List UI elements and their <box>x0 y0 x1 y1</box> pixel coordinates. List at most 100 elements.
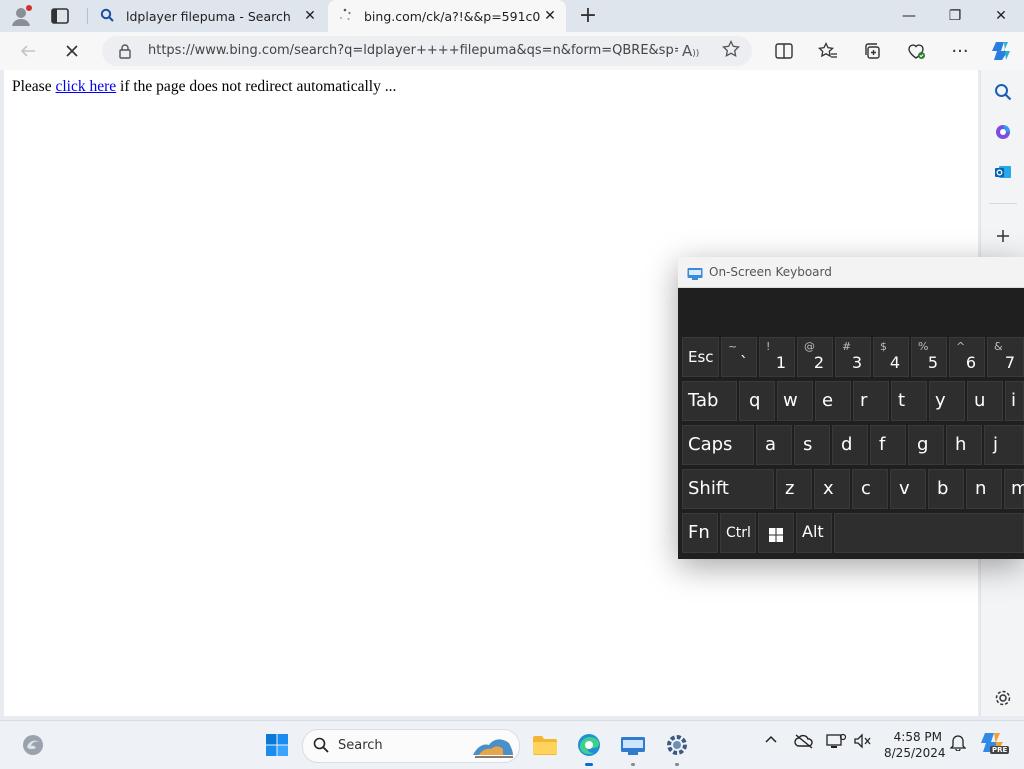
keyboard-icon <box>687 265 703 284</box>
key-tab[interactable]: Tab <box>682 381 737 421</box>
key-n[interactable]: n <box>966 469 1002 509</box>
new-tab-button[interactable]: + <box>576 2 600 30</box>
more-options-icon[interactable]: ··· <box>944 36 976 66</box>
key-m[interactable]: m <box>1004 469 1024 509</box>
sidebar-settings-icon[interactable] <box>989 684 1017 712</box>
search-placeholder: Search <box>338 738 383 753</box>
osk-titlebar[interactable]: On-Screen Keyboard <box>678 257 1024 288</box>
tab-close-button[interactable]: ✕ <box>540 8 560 24</box>
profile-icon[interactable] <box>10 5 32 27</box>
widgets-icon[interactable] <box>16 729 50 761</box>
key-2[interactable]: @2 <box>797 337 833 377</box>
split-screen-icon[interactable] <box>768 36 800 66</box>
tab-search-results[interactable]: ldplayer filepuma - Search ✕ <box>90 0 326 32</box>
clock-time: 4:58 PM <box>893 730 942 744</box>
key-u[interactable]: u <box>967 381 1003 421</box>
osk-taskbar-icon[interactable] <box>616 729 650 766</box>
tab-title: bing.com/ck/a?!&&p=591c0c7a... <box>364 8 540 24</box>
copilot-preview-icon[interactable]: PRE <box>980 729 1010 758</box>
lock-icon <box>118 43 132 63</box>
favorites-icon[interactable] <box>812 36 844 66</box>
key-i[interactable]: i <box>1005 381 1024 421</box>
windows-logo-icon <box>769 527 783 546</box>
cloud-offline-icon[interactable] <box>794 733 814 752</box>
minimize-button[interactable]: — <box>886 0 932 32</box>
read-aloud-icon[interactable]: A)) <box>682 42 699 60</box>
tab-bing-redirect[interactable]: bing.com/ck/a?!&&p=591c0c7a... ✕ <box>328 0 566 32</box>
key-esc[interactable]: Esc <box>682 337 719 377</box>
key-backtick[interactable]: ~ ` <box>721 337 757 377</box>
key-z[interactable]: z <box>776 469 812 509</box>
url-text[interactable]: https://www.bing.com/search?q=ldplayer++… <box>148 43 678 58</box>
key-4[interactable]: $4 <box>873 337 909 377</box>
key-6[interactable]: ^ 6 <box>949 337 985 377</box>
key-d[interactable]: d <box>832 425 868 465</box>
notifications-bell-icon[interactable] <box>949 733 967 754</box>
key-x[interactable]: x <box>814 469 850 509</box>
network-icon[interactable] <box>826 733 847 752</box>
edge-browser-icon[interactable] <box>572 729 606 766</box>
key-ctrl[interactable]: Ctrl <box>720 513 756 553</box>
stop-loading-button[interactable] <box>56 36 88 66</box>
collections-icon[interactable] <box>856 36 888 66</box>
tab-actions-icon[interactable] <box>50 7 70 25</box>
show-hidden-icons-chevron-icon[interactable] <box>764 733 778 750</box>
address-bar[interactable]: https://www.bing.com/search?q=ldplayer++… <box>102 36 752 66</box>
sidebar-m365-icon[interactable] <box>989 118 1017 146</box>
key-a[interactable]: a <box>756 425 792 465</box>
search-highlight-image <box>471 733 515 763</box>
key-windows[interactable] <box>758 513 794 553</box>
file-explorer-icon[interactable] <box>528 729 562 761</box>
message-suffix: if the page does not redirect automatica… <box>120 78 397 95</box>
sidebar-divider <box>989 203 1017 204</box>
key-s[interactable]: s <box>794 425 830 465</box>
taskbar-search-box[interactable]: Search <box>302 729 520 763</box>
key-5[interactable]: % 5 <box>911 337 947 377</box>
sidebar-add-icon[interactable] <box>989 222 1017 250</box>
key-w[interactable]: w <box>777 381 813 421</box>
key-space[interactable] <box>834 513 1024 553</box>
key-fn[interactable]: Fn <box>682 513 718 553</box>
taskbar: Search 4:58 PM 8/25/2024 PRE <box>0 720 1024 769</box>
click-here-link[interactable]: click here <box>55 78 116 95</box>
loading-spinner-icon <box>338 8 352 25</box>
key-q[interactable]: q <box>739 381 775 421</box>
browser-toolbar: https://www.bing.com/search?q=ldplayer++… <box>0 32 1024 70</box>
system-clock[interactable]: 4:58 PM 8/25/2024 <box>884 729 946 761</box>
key-3[interactable]: #3 <box>835 337 871 377</box>
restore-button[interactable]: ❐ <box>932 0 978 32</box>
key-y[interactable]: y <box>929 381 965 421</box>
key-g[interactable]: g <box>908 425 944 465</box>
key-b[interactable]: b <box>928 469 964 509</box>
settings-gear-icon[interactable] <box>660 729 694 766</box>
key-e[interactable]: e <box>815 381 851 421</box>
start-button[interactable] <box>260 729 294 761</box>
search-icon <box>313 737 329 757</box>
favorite-star-icon[interactable] <box>722 39 740 62</box>
key-h[interactable]: h <box>946 425 982 465</box>
copilot-icon[interactable] <box>986 36 1018 66</box>
sidebar-outlook-icon[interactable] <box>989 158 1017 186</box>
key-1[interactable]: ! 1 <box>759 337 795 377</box>
browser-essentials-icon[interactable] <box>900 36 932 66</box>
on-screen-keyboard[interactable]: On-Screen Keyboard Esc ~ ` ! 1 @2 #3 $4 % 5… <box>678 257 1024 559</box>
key-f[interactable]: f <box>870 425 906 465</box>
key-c[interactable]: c <box>852 469 888 509</box>
key-v[interactable]: v <box>890 469 926 509</box>
close-window-button[interactable]: ✕ <box>978 0 1024 32</box>
back-button[interactable] <box>12 36 44 66</box>
message-prefix: Please <box>12 78 52 95</box>
key-caps[interactable]: Caps <box>682 425 754 465</box>
tab-close-button[interactable]: ✕ <box>300 8 320 24</box>
osk-title: On-Screen Keyboard <box>709 265 832 279</box>
key-7[interactable]: & 7 <box>987 337 1024 377</box>
key-shift[interactable]: Shift <box>682 469 774 509</box>
key-r[interactable]: r <box>853 381 889 421</box>
key-t[interactable]: t <box>891 381 927 421</box>
volume-muted-icon[interactable] <box>854 733 872 752</box>
key-alt[interactable]: Alt <box>796 513 832 553</box>
sidebar-search-icon[interactable] <box>989 78 1017 106</box>
clock-date: 8/25/2024 <box>884 746 946 760</box>
running-indicator <box>631 763 635 766</box>
key-j[interactable]: j <box>984 425 1024 465</box>
